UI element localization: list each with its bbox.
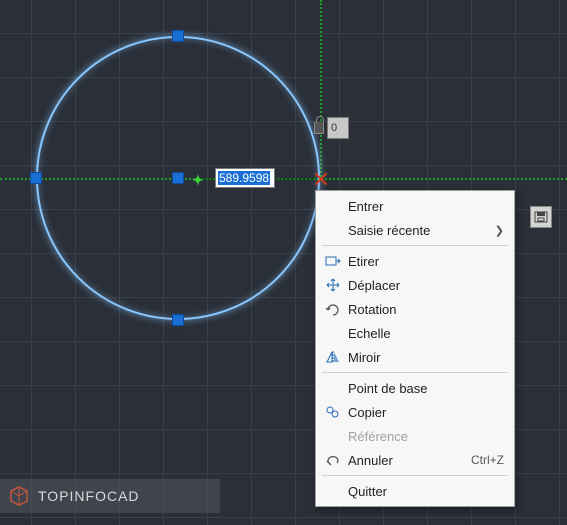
menu-separator: [322, 372, 508, 373]
menu-label: Référence: [348, 429, 504, 444]
menu-label: Echelle: [348, 326, 504, 341]
floppy-icon: [534, 211, 548, 223]
grip-top[interactable]: [172, 30, 184, 42]
menu-separator: [322, 245, 508, 246]
menu-label: Quitter: [348, 484, 504, 499]
blank-icon: [322, 197, 344, 215]
menu-item-copy[interactable]: Copier: [316, 400, 514, 424]
context-menu: Entrer Saisie récente ❯ Etirer Déplacer …: [315, 190, 515, 507]
center-marker-icon: ✦: [192, 172, 204, 189]
distance-input[interactable]: 589.9598: [215, 168, 275, 188]
menu-label: Annuler: [348, 453, 471, 468]
menu-label: Copier: [348, 405, 504, 420]
blank-icon: [322, 427, 344, 445]
menu-item-undo[interactable]: Annuler Ctrl+Z: [316, 448, 514, 472]
menu-item-exit[interactable]: Quitter: [316, 479, 514, 503]
submenu-arrow-icon: ❯: [495, 224, 504, 237]
distance-input-value: 589.9598: [218, 171, 270, 185]
menu-label: Etirer: [348, 254, 504, 269]
menu-item-move[interactable]: Déplacer: [316, 273, 514, 297]
lock-icon: [314, 122, 324, 134]
menu-item-rotate[interactable]: Rotation: [316, 297, 514, 321]
menu-item-basepoint[interactable]: Point de base: [316, 376, 514, 400]
menu-label: Point de base: [348, 381, 504, 396]
angle-input[interactable]: 0: [327, 117, 349, 139]
stretch-icon: [322, 252, 344, 270]
menu-shortcut: Ctrl+Z: [471, 453, 504, 467]
menu-label: Déplacer: [348, 278, 504, 293]
watermark: TOPINFOCAD: [0, 479, 220, 513]
menu-label: Rotation: [348, 302, 504, 317]
side-options-button[interactable]: [530, 206, 552, 228]
blank-icon: [322, 221, 344, 239]
menu-item-reference: Référence: [316, 424, 514, 448]
mirror-icon: [322, 348, 344, 366]
watermark-logo-icon: [8, 485, 30, 507]
blank-icon: [322, 379, 344, 397]
copy-icon: [322, 403, 344, 421]
menu-item-recent-input[interactable]: Saisie récente ❯: [316, 218, 514, 242]
menu-item-scale[interactable]: Echelle: [316, 321, 514, 345]
tracking-line-vertical: [320, 0, 322, 180]
move-icon: [322, 276, 344, 294]
menu-item-mirror[interactable]: Miroir: [316, 345, 514, 369]
watermark-text: TOPINFOCAD: [38, 488, 140, 504]
menu-item-enter[interactable]: Entrer: [316, 194, 514, 218]
grip-left[interactable]: [30, 172, 42, 184]
grip-center[interactable]: [172, 172, 184, 184]
undo-icon: [322, 451, 344, 469]
menu-separator: [322, 475, 508, 476]
menu-label: Miroir: [348, 350, 504, 365]
menu-label: Saisie récente: [348, 223, 495, 238]
angle-value: 0: [331, 122, 337, 134]
menu-item-stretch[interactable]: Etirer: [316, 249, 514, 273]
rotate-icon: [322, 300, 344, 318]
blank-icon: [322, 482, 344, 500]
blank-icon: [322, 324, 344, 342]
grip-bottom[interactable]: [172, 314, 184, 326]
menu-label: Entrer: [348, 199, 504, 214]
